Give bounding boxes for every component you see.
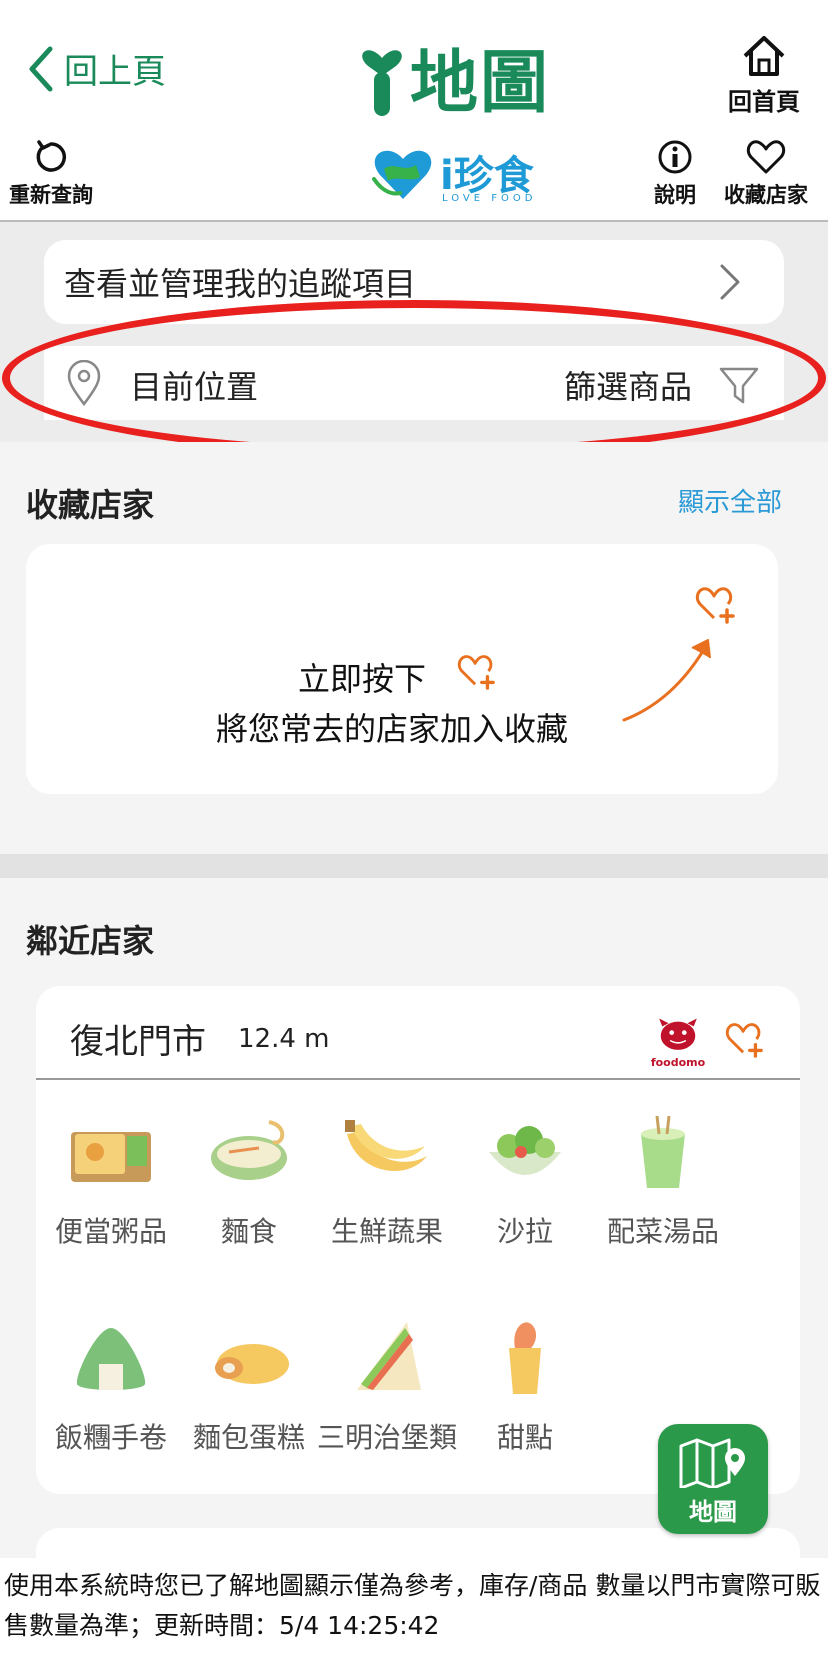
app-title: 地圖 (410, 44, 551, 123)
favorites-section: 收藏店家 顯示全部 立即按下 將您常去的店家加入收藏 (0, 442, 828, 854)
heart-pin-logo-icon (362, 49, 402, 116)
toolbar: 重新查詢 i珍食 LOVE FOOD 說明 收藏店家 (0, 125, 828, 222)
category-bread-cake[interactable]: 麵包蛋糕 (174, 1318, 324, 1456)
refresh-icon (36, 140, 67, 172)
category-label: 配菜湯品 (606, 1215, 719, 1248)
favorites-hint-line2: 將您常去的店家加入收藏 (216, 710, 569, 748)
info-button-label: 說明 (654, 183, 696, 207)
heart-icon (746, 140, 786, 174)
app-logo: 地圖 (358, 34, 558, 123)
foodomo-logo: foodomo (650, 1016, 706, 1074)
manage-tracking-label: 查看並管理我的追蹤項目 (64, 265, 417, 303)
add-favorite-heart-icon[interactable] (724, 1020, 766, 1058)
category-salad[interactable]: 沙拉 (450, 1112, 600, 1250)
favorites-empty-card: 立即按下 將您常去的店家加入收藏 (26, 544, 778, 794)
devil-mascot-icon (659, 1018, 697, 1050)
bento-icon (71, 1132, 151, 1182)
store-name: 復北門市 (70, 1022, 206, 1062)
salad-icon (489, 1126, 561, 1175)
home-button-label: 回首頁 (728, 88, 800, 116)
show-all-link[interactable]: 顯示全部 (678, 482, 782, 519)
category-label: 甜點 (496, 1421, 553, 1454)
filter-products-button[interactable]: 篩選商品 (564, 362, 692, 408)
category-label: 飯糰手卷 (54, 1421, 167, 1454)
category-side-soup[interactable]: 配菜湯品 (588, 1112, 738, 1250)
sandwich-icon (357, 1322, 421, 1390)
globe-heart-icon (372, 150, 432, 199)
bread-icon (215, 1344, 289, 1384)
category-onigiri[interactable]: 飯糰手卷 (36, 1318, 186, 1456)
store-distance: 12.4 m (238, 1024, 330, 1054)
brand-subtitle: LOVE FOOD (442, 193, 537, 204)
category-label: 便當粥品 (54, 1215, 167, 1248)
map-button[interactable]: 地圖 (658, 1424, 768, 1534)
dessert-icon (509, 1322, 541, 1394)
heart-plus-inline-icon (457, 655, 495, 690)
filter-panel: 查看並管理我的追蹤項目 目前位置 篩選商品 (0, 222, 828, 442)
current-location-button[interactable]: 目前位置 (130, 362, 258, 408)
brand-logo-text: foodomo (650, 1056, 706, 1069)
category-bento[interactable]: 便當粥品 (36, 1112, 186, 1250)
category-label: 生鮮蔬果 (330, 1215, 443, 1248)
info-icon (658, 140, 692, 174)
map-button-label: 地圖 (689, 1498, 737, 1526)
category-label: 麵食 (220, 1215, 277, 1248)
location-pin-icon[interactable] (66, 360, 102, 406)
map-pin-icon (679, 1438, 745, 1488)
category-sandwich-burger[interactable]: 三明治堡類 (312, 1318, 462, 1456)
home-button[interactable]: 回首頁 (720, 34, 808, 117)
heart-plus-icon[interactable] (694, 584, 738, 624)
love-food-logo: i珍食 LOVE FOOD (370, 143, 544, 209)
category-label: 沙拉 (496, 1215, 553, 1248)
onigiri-icon (76, 1328, 146, 1390)
category-label: 三明治堡類 (316, 1421, 457, 1454)
nearby-title: 鄰近店家 (26, 922, 155, 960)
back-button-label: 回上頁 (64, 52, 166, 92)
home-icon (743, 36, 785, 76)
store-card-header: 復北門市 12.4 m foodomo (36, 986, 800, 1080)
soup-cup-icon (641, 1115, 685, 1188)
section-divider (0, 854, 828, 878)
disclaimer-text: 使用本系統時您已了解地圖顯示僅為參考，庫存/商品 數量以門市實際可販售數量為準；… (4, 1571, 821, 1640)
favorite-stores-button[interactable]: 收藏店家 (718, 139, 814, 209)
top-bar: 回上頁 地圖 回首頁 (0, 0, 828, 125)
chevron-right-icon (720, 264, 740, 300)
noodle-icon (211, 1120, 287, 1180)
category-fresh-produce[interactable]: 生鮮蔬果 (312, 1112, 462, 1250)
refresh-button[interactable]: 重新查詢 (8, 139, 94, 209)
banana-icon (345, 1120, 427, 1172)
category-label: 麵包蛋糕 (192, 1421, 305, 1454)
store-card[interactable]: 復北門市 12.4 m foodomo 便當粥品 麵食 生鮮蔬果 沙拉 配菜湯品… (36, 986, 800, 1494)
favorite-stores-label: 收藏店家 (724, 183, 808, 207)
refresh-button-label: 重新查詢 (9, 183, 93, 207)
category-dessert[interactable]: 甜點 (450, 1318, 600, 1456)
favorites-title: 收藏店家 (26, 486, 155, 524)
category-noodles[interactable]: 麵食 (174, 1112, 324, 1250)
back-button[interactable]: 回上頁 (26, 44, 166, 93)
disclaimer-footer: 使用本系統時您已了解地圖顯示僅為參考，庫存/商品 數量以門市實際可販售數量為準；… (0, 1558, 828, 1663)
filter-funnel-icon[interactable] (718, 364, 760, 406)
info-button[interactable]: 說明 (646, 139, 704, 209)
location-filter-bar: 目前位置 篩選商品 (44, 346, 784, 420)
favorites-hint-line1: 立即按下 (298, 660, 427, 698)
arrow-up-right-icon (622, 639, 711, 722)
chevron-left-icon (29, 46, 53, 91)
manage-tracking-button[interactable]: 查看並管理我的追蹤項目 (44, 240, 784, 324)
